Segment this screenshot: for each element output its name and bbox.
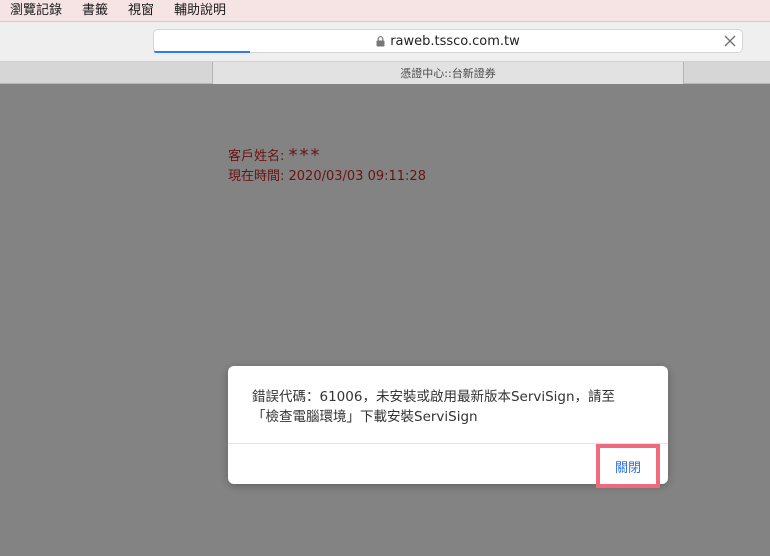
error-message-line1: 錯誤代碼：61006，未安裝或啟用最新版本ServiSign，請至 bbox=[252, 389, 616, 405]
tab-active[interactable]: 憑證中心::台新證券 bbox=[212, 62, 684, 84]
error-message-line2: 「檢查電腦環境」下載安裝ServiSign bbox=[252, 409, 478, 425]
customer-name-label: 客戶姓名: bbox=[228, 149, 289, 164]
menu-window[interactable]: 視窗 bbox=[128, 0, 154, 22]
menu-bookmarks[interactable]: 書籤 bbox=[82, 0, 108, 22]
menu-history[interactable]: 瀏覽記錄 bbox=[10, 0, 62, 22]
menu-bar: 瀏覽記錄 書籤 視窗 輔助說明 bbox=[0, 0, 770, 22]
error-message: 錯誤代碼：61006，未安裝或啟用最新版本ServiSign，請至 「檢查電腦環… bbox=[252, 387, 652, 427]
current-time-value: 2020/03/03 09:11:28 bbox=[288, 169, 426, 184]
page-load-progress bbox=[154, 51, 250, 53]
url-text: raweb.tssco.com.tw bbox=[390, 33, 520, 49]
current-time-row: 現在時間: 2020/03/03 09:11:28 bbox=[228, 167, 426, 187]
error-dialog: 錯誤代碼：61006，未安裝或啟用最新版本ServiSign，請至 「檢查電腦環… bbox=[228, 366, 668, 488]
close-icon[interactable] bbox=[723, 34, 737, 48]
close-button-label: 關閉 bbox=[614, 460, 641, 476]
tab-bar: 憑證中心::台新證券 bbox=[0, 62, 770, 84]
customer-name-row: 客戶姓名: *** bbox=[228, 145, 426, 167]
address-content: raweb.tssco.com.tw bbox=[154, 30, 742, 52]
customer-name-value: *** bbox=[288, 145, 322, 166]
current-time-label: 現在時間: bbox=[228, 169, 289, 184]
lock-icon bbox=[376, 35, 385, 46]
browser-toolbar: raweb.tssco.com.tw bbox=[0, 22, 770, 62]
close-button[interactable]: 關閉 bbox=[596, 444, 660, 488]
menu-help[interactable]: 輔助說明 bbox=[174, 0, 226, 22]
address-bar[interactable]: raweb.tssco.com.tw bbox=[153, 29, 743, 53]
tab-title: 憑證中心::台新證券 bbox=[400, 67, 496, 80]
customer-info: 客戶姓名: *** 現在時間: 2020/03/03 09:11:28 bbox=[228, 145, 426, 187]
